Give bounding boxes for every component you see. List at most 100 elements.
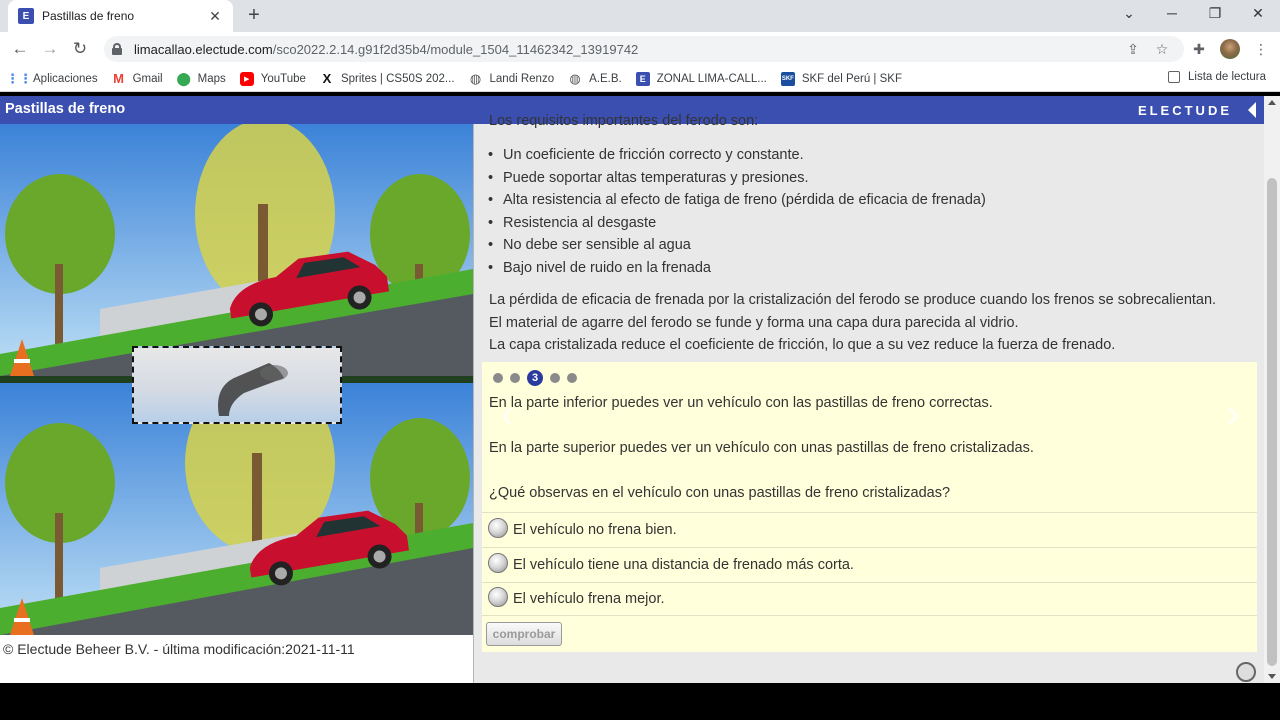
answer-label: El vehículo frena mejor.	[513, 591, 665, 607]
check-button[interactable]: comprobar	[486, 622, 562, 646]
bookmark-label: Landi Renzo	[489, 72, 555, 85]
paragraph-line: La capa cristalizada reduce el coeficien…	[489, 337, 1116, 353]
minimize-icon[interactable]: ─	[1160, 5, 1184, 25]
globe-icon: ◍	[469, 70, 482, 86]
close-window-icon[interactable]: ✕	[1246, 5, 1270, 25]
page-content: Pastillas de freno ELECTUDE © Electude B…	[0, 96, 1280, 683]
requirements-intro: Los requisitos importantes del ferodo so…	[489, 113, 759, 129]
animation-panel: © Electude Beheer B.V. - última modifica…	[0, 124, 473, 683]
step-dot[interactable]	[510, 373, 520, 383]
reload-icon[interactable]: ↻	[69, 38, 91, 60]
x-logo-icon: X	[322, 71, 332, 86]
apps-grid-icon: ⋮⋮	[6, 70, 32, 86]
youtube-icon: ▶	[239, 71, 254, 86]
bookmark-aeb[interactable]: ◍ A.E.B.	[568, 70, 622, 86]
step-dot-active[interactable]: 3	[527, 370, 543, 386]
maps-pin-icon: ⬤	[176, 70, 191, 86]
tab-search-chevron-icon[interactable]: ⌄	[1117, 5, 1141, 25]
answer-option-3[interactable]: El vehículo frena mejor.	[482, 582, 1257, 616]
page-scrollbar[interactable]	[1264, 96, 1280, 683]
answer-label: El vehículo no frena bien.	[513, 521, 677, 538]
paragraph-line: El material de agarre del ferodo se fund…	[489, 314, 1019, 331]
question-prompt: ¿Qué observas en el vehículo con unas pa…	[489, 485, 951, 501]
url-path: /sco2022.2.14.g91f2d35b4/module_1504_114…	[272, 41, 639, 57]
step-dot[interactable]	[493, 373, 503, 383]
profile-avatar[interactable]	[1220, 39, 1240, 59]
scroll-down-icon[interactable]	[1268, 674, 1276, 679]
collapse-panel-icon[interactable]	[1248, 102, 1256, 118]
electude-logo: ELECTUDE	[1137, 103, 1232, 118]
close-tab-icon[interactable]: ✕	[207, 8, 223, 25]
bookmark-label: Maps	[197, 72, 226, 85]
reading-list-label: Lista de lectura	[1188, 71, 1266, 83]
new-tab-icon[interactable]: +	[244, 5, 264, 25]
electude-favicon-icon: E	[18, 8, 34, 24]
lock-icon[interactable]	[112, 43, 122, 55]
bookmark-landi-renzo[interactable]: ◍ Landi Renzo	[469, 70, 555, 86]
list-item: Alta resistencia al efecto de fatiga de …	[488, 189, 986, 212]
animation-scene-crystallized	[0, 124, 473, 376]
gmail-icon: M	[113, 71, 124, 86]
bookmark-label: Aplicaciones	[33, 72, 98, 85]
answer-label: El vehículo tiene una distancia de frena…	[513, 556, 854, 573]
globe-icon: ◍	[569, 70, 581, 86]
back-arrow-icon[interactable]: ←	[9, 38, 31, 60]
bookmark-youtube[interactable]: ▶ YouTube	[239, 71, 306, 86]
browser-toolbar: ← → ↻ limacallao.electude.com/sco2022.2.…	[0, 32, 1280, 66]
reading-list-button[interactable]: Lista de lectura	[1168, 71, 1266, 83]
bookmark-label: A.E.B.	[589, 72, 622, 85]
step-dot[interactable]	[567, 373, 577, 383]
answer-option-2[interactable]: El vehículo tiene una distancia de frena…	[482, 547, 1257, 581]
question-line: En la parte inferior puedes ver un vehíc…	[489, 395, 993, 411]
share-icon[interactable]: ⇪	[1124, 40, 1142, 58]
module-title: Pastillas de freno	[5, 101, 126, 117]
scroll-up-icon[interactable]	[1268, 100, 1276, 105]
paragraph-line: La pérdida de eficacia de frenada por la…	[489, 292, 1217, 308]
speech-bubble-icon[interactable]	[1236, 662, 1256, 682]
bookmark-maps[interactable]: ⬤ Maps	[176, 70, 226, 86]
step-dot[interactable]	[550, 373, 560, 383]
list-item: No debe ser sensible al agua	[488, 234, 986, 257]
bookmark-label: Sprites | CS50S 202...	[340, 72, 455, 85]
bookmark-skf[interactable]: SKF SKF del Perú | SKF	[780, 71, 902, 86]
question-box: 3 ‹ › En la parte inferior puedes ver un…	[482, 362, 1257, 652]
bottom-black-bar	[0, 683, 1280, 720]
glazing-explanation: La pérdida de eficacia de frenada por la…	[489, 289, 1259, 357]
restore-icon[interactable]: ❐	[1203, 5, 1227, 25]
url-host: limacallao.electude.com	[134, 41, 273, 57]
bookmark-star-icon[interactable]: ☆	[1153, 40, 1171, 58]
bookmark-label: ZONAL LIMA-CALL...	[656, 72, 767, 85]
bookmark-label: SKF del Perú | SKF	[801, 72, 902, 85]
bookmark-label: Gmail	[132, 72, 163, 85]
tab-title: Pastillas de freno	[42, 9, 135, 23]
text-panel: Los requisitos importantes del ferodo so…	[474, 113, 1264, 683]
bookmark-gmail[interactable]: M Gmail	[112, 71, 163, 86]
brake-pad-zoom-box	[132, 346, 342, 424]
scrollbar-thumb[interactable]	[1267, 178, 1277, 666]
extensions-puzzle-icon[interactable]: ✚	[1190, 40, 1208, 58]
copyright-note: © Electude Beheer B.V. - última modifica…	[3, 641, 355, 657]
electude-e-icon: E	[635, 71, 650, 86]
list-item: Resistencia al desgaste	[488, 212, 986, 235]
bookmark-sprites[interactable]: X Sprites | CS50S 202...	[320, 71, 455, 86]
step-indicator: 3	[493, 370, 584, 386]
question-line: En la parte superior puedes ver un vehíc…	[489, 440, 1034, 456]
address-bar[interactable]: limacallao.electude.com/sco2022.2.14.g91…	[104, 36, 1184, 62]
list-item: Puede soportar altas temperaturas y pres…	[488, 167, 986, 190]
answer-option-1[interactable]: El vehículo no frena bien.	[482, 512, 1257, 546]
brake-pad-closeup	[218, 363, 288, 416]
menu-kebab-icon[interactable]: ⋮	[1252, 40, 1270, 58]
radio-button[interactable]	[488, 552, 508, 573]
requirements-list: Un coeficiente de fricción correcto y co…	[488, 144, 986, 280]
bookmark-zonal-lima[interactable]: E ZONAL LIMA-CALL...	[635, 71, 767, 86]
tab-strip: E Pastillas de freno ✕ + ⌄ ─ ❐ ✕	[0, 0, 1280, 32]
bookmark-aplicaciones[interactable]: ⋮⋮ Aplicaciones	[6, 70, 98, 86]
forward-arrow-icon[interactable]: →	[39, 38, 61, 60]
browser-tab[interactable]: E Pastillas de freno ✕	[8, 0, 233, 32]
list-item: Un coeficiente de fricción correcto y co…	[488, 144, 986, 167]
radio-button[interactable]	[488, 517, 508, 538]
scene-illustration-top	[0, 124, 473, 376]
list-item: Bajo nivel de ruido en la frenada	[488, 257, 986, 280]
next-arrow-icon[interactable]: ›	[1218, 394, 1248, 438]
radio-button[interactable]	[488, 587, 508, 607]
